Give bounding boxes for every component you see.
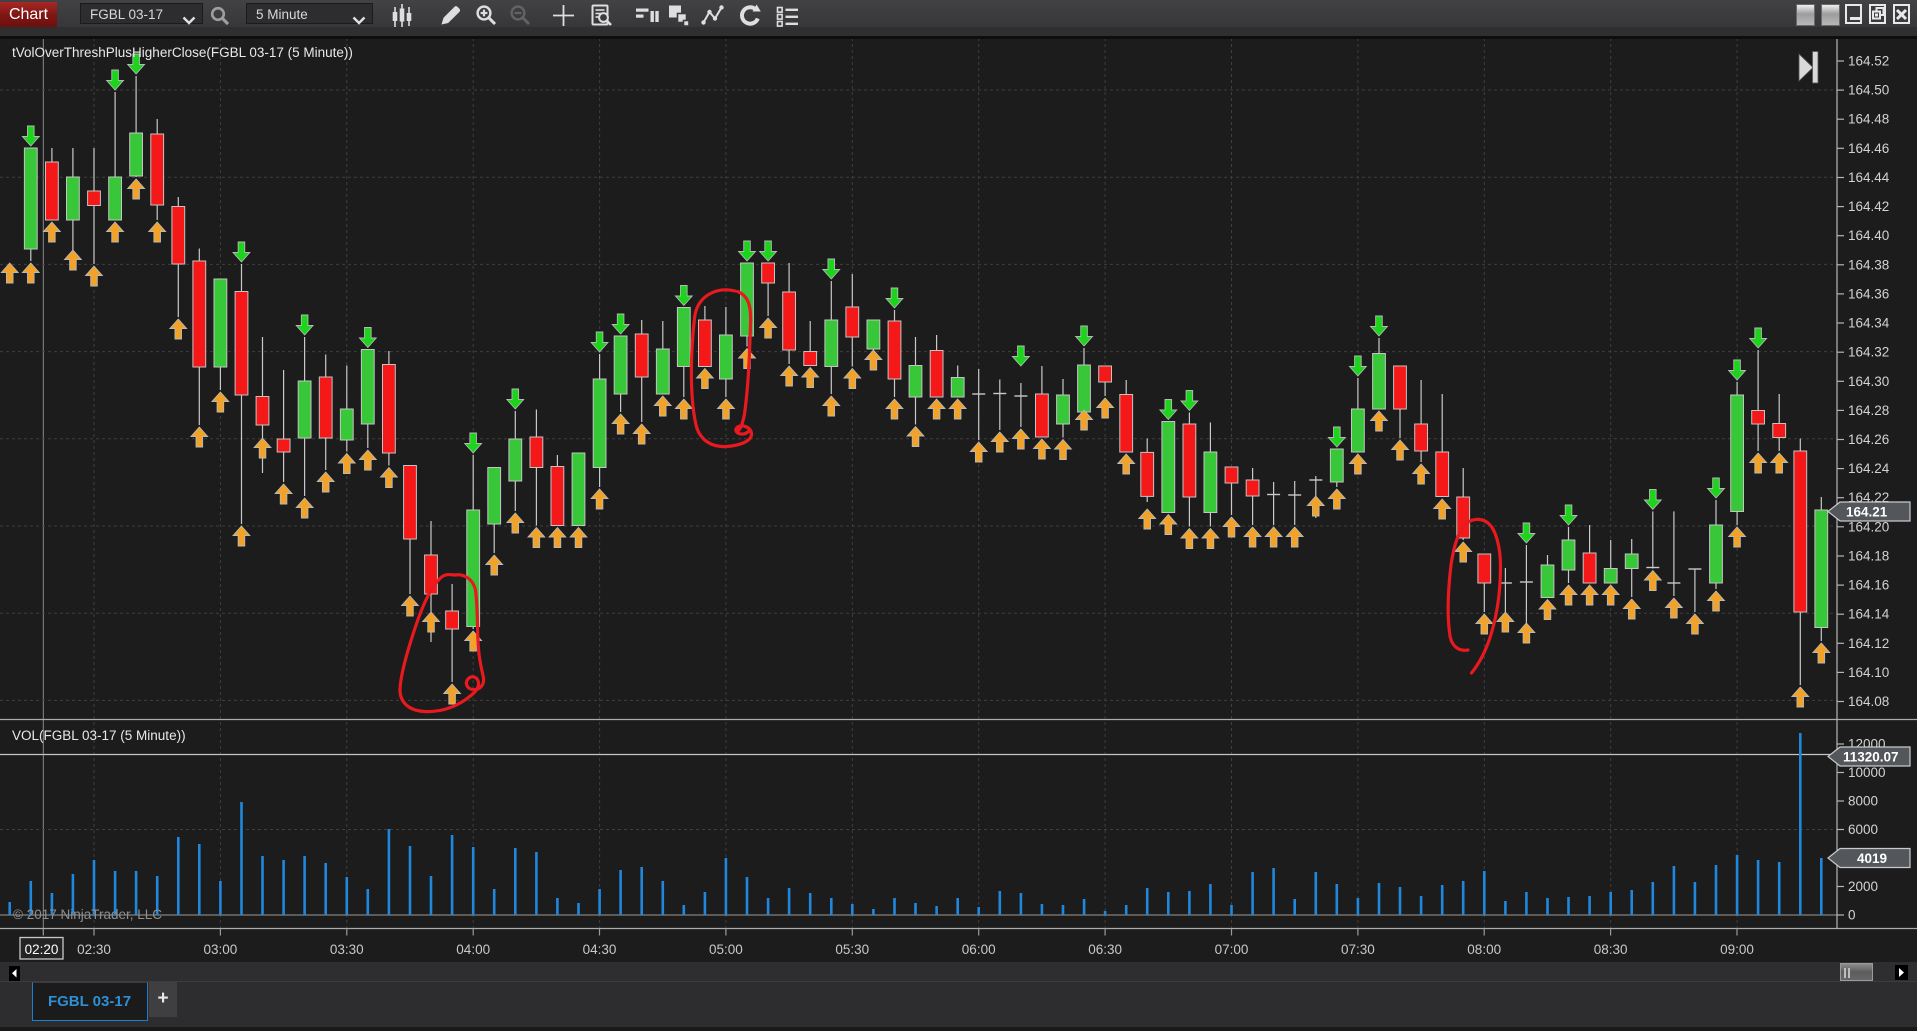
- svg-text:164.10: 164.10: [1848, 665, 1889, 680]
- svg-text:164.21: 164.21: [1846, 504, 1888, 519]
- svg-text:164.38: 164.38: [1848, 257, 1889, 272]
- svg-text:04:00: 04:00: [456, 942, 490, 957]
- svg-text:8000: 8000: [1848, 794, 1878, 809]
- svg-text:02:20: 02:20: [25, 942, 59, 957]
- svg-text:07:30: 07:30: [1341, 942, 1375, 957]
- svg-text:tVolOverThreshPlusHigherClose(: tVolOverThreshPlusHigherClose(FGBL 03-17…: [12, 45, 353, 60]
- svg-text:0: 0: [1848, 908, 1856, 923]
- svg-text:07:00: 07:00: [1215, 942, 1249, 957]
- svg-text:164.44: 164.44: [1848, 170, 1890, 185]
- svg-text:164.34: 164.34: [1848, 316, 1890, 331]
- svg-text:164.36: 164.36: [1848, 286, 1889, 301]
- svg-text:164.42: 164.42: [1848, 199, 1889, 214]
- svg-text:03:30: 03:30: [330, 942, 364, 957]
- svg-text:164.28: 164.28: [1848, 403, 1889, 418]
- svg-text:05:30: 05:30: [835, 942, 869, 957]
- svg-text:02:30: 02:30: [77, 942, 111, 957]
- svg-text:10000: 10000: [1848, 765, 1886, 780]
- svg-text:164.12: 164.12: [1848, 636, 1889, 651]
- svg-text:164.50: 164.50: [1848, 83, 1889, 98]
- svg-text:© 2017 NinjaTrader, LLC: © 2017 NinjaTrader, LLC: [13, 907, 162, 922]
- svg-text:05:00: 05:00: [709, 942, 743, 957]
- svg-text:164.16: 164.16: [1848, 578, 1889, 593]
- svg-text:03:00: 03:00: [204, 942, 238, 957]
- svg-text:08:30: 08:30: [1594, 942, 1628, 957]
- svg-text:164.32: 164.32: [1848, 345, 1889, 360]
- svg-text:04:30: 04:30: [583, 942, 617, 957]
- svg-text:08:00: 08:00: [1467, 942, 1501, 957]
- svg-text:11320.07: 11320.07: [1843, 749, 1899, 764]
- svg-text:2000: 2000: [1848, 879, 1878, 894]
- svg-text:06:00: 06:00: [962, 942, 996, 957]
- svg-text:164.14: 164.14: [1848, 607, 1890, 622]
- svg-text:4019: 4019: [1857, 851, 1887, 866]
- svg-text:164.40: 164.40: [1848, 228, 1889, 243]
- svg-text:6000: 6000: [1848, 822, 1878, 837]
- svg-text:VOL(FGBL 03-17 (5 Minute)): VOL(FGBL 03-17 (5 Minute)): [12, 728, 186, 743]
- svg-text:09:00: 09:00: [1720, 942, 1754, 957]
- svg-text:164.52: 164.52: [1848, 54, 1889, 69]
- svg-text:06:30: 06:30: [1088, 942, 1122, 957]
- svg-text:164.48: 164.48: [1848, 112, 1889, 127]
- svg-text:164.24: 164.24: [1848, 461, 1890, 476]
- svg-text:164.08: 164.08: [1848, 694, 1889, 709]
- svg-text:164.18: 164.18: [1848, 549, 1889, 564]
- svg-text:164.26: 164.26: [1848, 432, 1889, 447]
- svg-text:164.30: 164.30: [1848, 374, 1889, 389]
- svg-text:164.46: 164.46: [1848, 141, 1889, 156]
